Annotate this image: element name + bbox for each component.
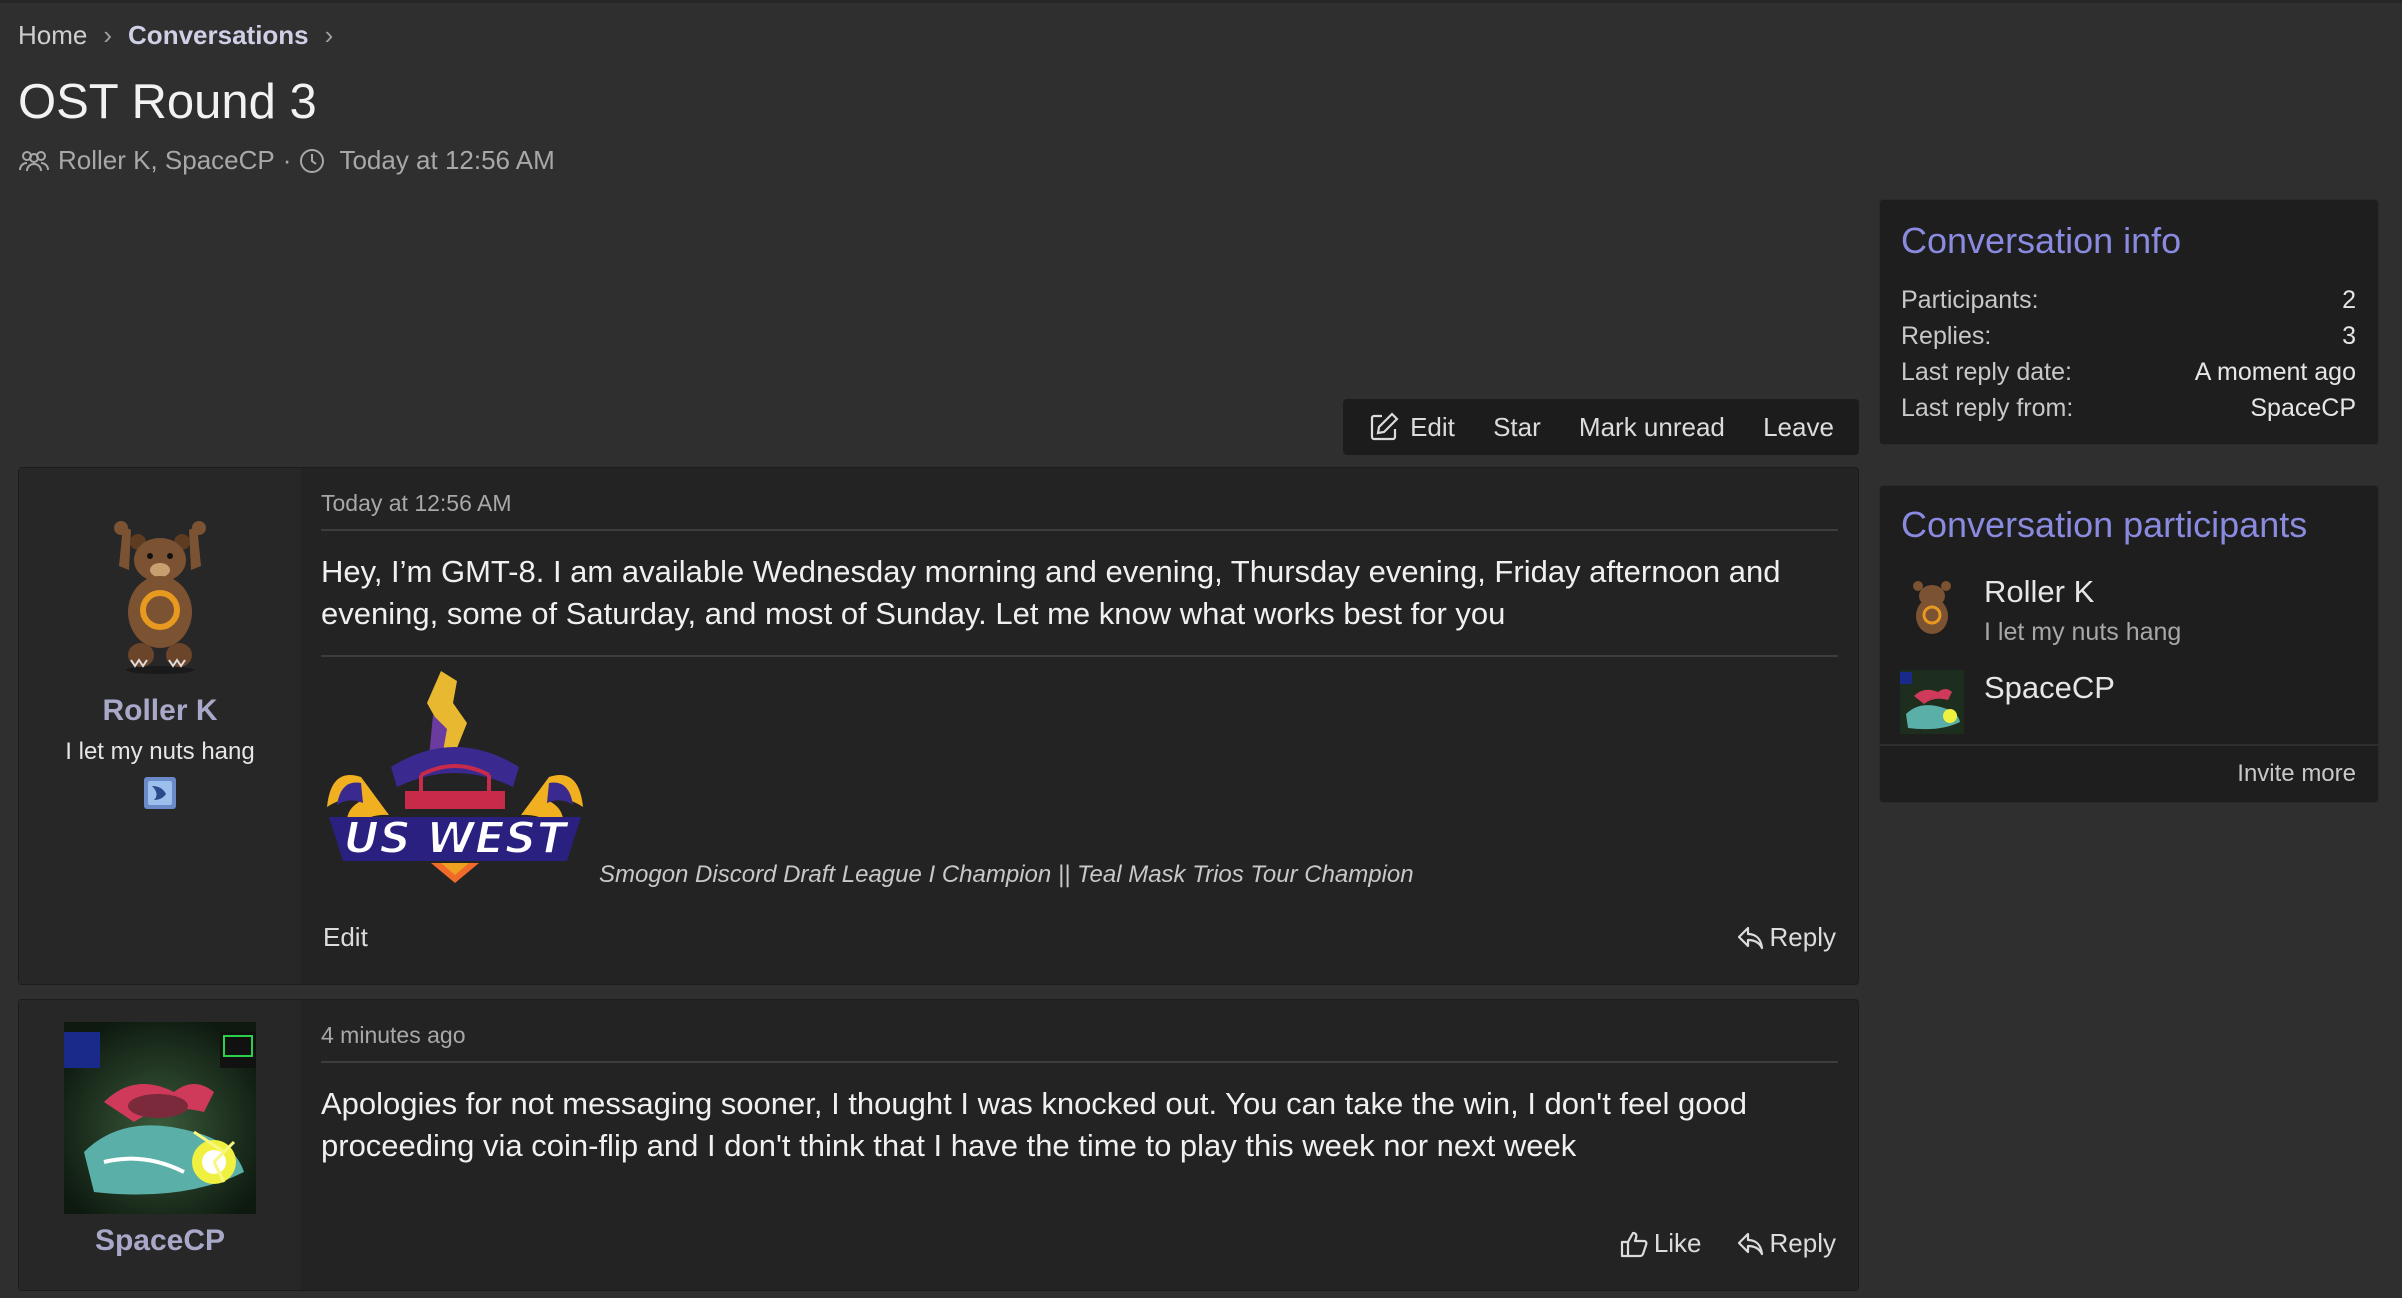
message-body: Hey, I’m GMT-8. I am available Wednesday… xyxy=(321,551,1838,657)
participant-name[interactable]: Roller K xyxy=(1984,574,2181,610)
info-row-replies: Replies: 3 xyxy=(1901,322,2356,350)
top-border xyxy=(0,0,2402,3)
message-content: 4 minutes ago Apologies for not messagin… xyxy=(301,1000,1858,1290)
page-title: OST Round 3 xyxy=(18,75,317,129)
like-label: Like xyxy=(1653,1228,1702,1258)
us-west-logo-image: US WEST xyxy=(321,667,589,892)
message-date[interactable]: 4 minutes ago xyxy=(321,1022,1838,1063)
reply-label: Reply xyxy=(1769,1228,1836,1258)
conversation-info-title: Conversation info xyxy=(1901,220,2182,261)
participant-item[interactable]: Roller K I let my nuts hang xyxy=(1900,574,2181,647)
participant-name[interactable]: SpaceCP xyxy=(1984,670,2115,706)
breadcrumb: Home › Conversations › xyxy=(18,20,349,51)
reply-label: Reply xyxy=(1769,922,1836,952)
users-icon xyxy=(19,150,49,171)
mark-unread-button[interactable]: Mark unread xyxy=(1579,412,1725,443)
message-user-cell: Roller K I let my nuts hang xyxy=(19,468,313,984)
message: SpaceCP 4 minutes ago Apologies for not … xyxy=(18,999,1859,1291)
user-title: I let my nuts hang xyxy=(65,738,255,765)
meta-participants[interactable]: Roller K, SpaceCP xyxy=(58,145,275,176)
reply-icon xyxy=(1737,926,1763,949)
message-user-cell: SpaceCP xyxy=(19,1000,313,1290)
logo-text: US WEST xyxy=(343,813,569,864)
bear-avatar-image xyxy=(114,521,206,674)
conversation-info-block: Conversation info Participants: 2 Replie… xyxy=(1879,199,2379,445)
info-row-last-reply-date: Last reply date: A moment ago xyxy=(1901,358,2356,386)
message: Roller K I let my nuts hang Today at 12:… xyxy=(18,467,1859,985)
like-icon xyxy=(1620,1231,1648,1257)
breadcrumb-separator: › xyxy=(103,20,113,50)
meta-date[interactable]: Today at 12:56 AM xyxy=(339,145,554,176)
message-content: Today at 12:56 AM Hey, I’m GMT-8. I am a… xyxy=(301,468,1858,984)
participant-title: I let my nuts hang xyxy=(1984,618,2182,646)
reply-button[interactable]: Reply xyxy=(1736,922,1836,953)
username[interactable]: Roller K xyxy=(102,694,217,728)
username[interactable]: SpaceCP xyxy=(95,1224,225,1258)
star-button[interactable]: Star xyxy=(1493,412,1541,443)
participant-item[interactable]: SpaceCP xyxy=(1900,670,2115,734)
conversation-participants-block: Conversation participants Roller K I let… xyxy=(1879,485,2379,803)
info-row-last-reply-from: Last reply from: SpaceCP xyxy=(1901,394,2356,422)
message-footer: Edit Reply xyxy=(323,922,1836,953)
edit-icon xyxy=(1370,412,1399,441)
signature: US WEST Smogon Discord Draft League I Ch… xyxy=(321,661,1838,899)
avatar[interactable] xyxy=(64,1022,256,1214)
conversation-participants-title: Conversation participants xyxy=(1901,504,2308,545)
edit-label: Edit xyxy=(1410,411,1455,442)
conversation-actions: Edit Star Mark unread Leave xyxy=(1343,399,1859,455)
signature-text: Smogon Discord Draft League I Champion |… xyxy=(599,861,1414,888)
message-date[interactable]: Today at 12:56 AM xyxy=(321,490,1838,531)
meta-separator: · xyxy=(282,145,292,175)
clock-icon xyxy=(300,148,325,173)
venusaur-avatar-image xyxy=(64,1022,256,1214)
breadcrumb-conversations[interactable]: Conversations xyxy=(128,20,309,51)
info-row-participants: Participants: 2 xyxy=(1901,286,2356,314)
user-badge-icon xyxy=(143,776,177,815)
breadcrumb-separator: › xyxy=(324,20,334,50)
invite-more-link[interactable]: Invite more xyxy=(1880,744,2378,802)
participant-avatar[interactable] xyxy=(1900,670,1964,734)
like-button[interactable]: Like xyxy=(1620,1228,1702,1259)
avatar[interactable] xyxy=(64,512,256,684)
edit-button[interactable]: Edit xyxy=(1368,411,1455,443)
message-body: Apologies for not messaging sooner, I th… xyxy=(321,1086,1747,1163)
message-edit-link[interactable]: Edit xyxy=(323,922,368,953)
breadcrumb-home[interactable]: Home xyxy=(18,20,87,51)
leave-button[interactable]: Leave xyxy=(1763,412,1834,443)
reply-icon xyxy=(1737,1232,1763,1255)
conversation-meta: Roller K, SpaceCP · Today at 12:56 AM xyxy=(18,145,555,176)
message-footer: Like Reply xyxy=(323,1228,1836,1259)
participant-avatar[interactable] xyxy=(1900,574,1964,638)
reply-button[interactable]: Reply xyxy=(1736,1228,1836,1259)
conversation-info-list: Participants: 2 Replies: 3 Last reply da… xyxy=(1901,286,2356,430)
